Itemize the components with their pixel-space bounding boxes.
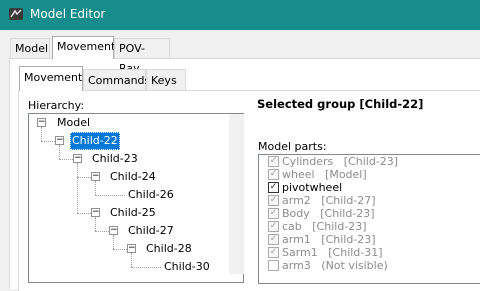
tree-node-child-24[interactable]: Child-24 bbox=[108, 168, 158, 186]
part-label: Cylinders [Child-23] bbox=[282, 155, 399, 168]
collapse-icon[interactable]: − bbox=[73, 154, 82, 163]
window-title: Model Editor bbox=[30, 7, 106, 21]
collapse-icon[interactable]: − bbox=[55, 136, 64, 145]
tree-node-model[interactable]: Model bbox=[55, 114, 92, 132]
inner-tab-commands[interactable]: Commands bbox=[83, 69, 150, 90]
tree-scrollbar[interactable] bbox=[229, 114, 244, 274]
part-label: cab [Child-23] bbox=[282, 220, 367, 233]
part-checkbox: ✓ bbox=[268, 221, 279, 232]
inner-tab-keys[interactable]: Keys bbox=[146, 69, 186, 90]
part-label: Body [Child-23] bbox=[282, 207, 375, 220]
tree-node-child-23[interactable]: Child-23 bbox=[90, 150, 140, 168]
tree-node-child-26[interactable]: Child-26 bbox=[126, 186, 176, 204]
tree-node-child-28[interactable]: Child-28 bbox=[144, 240, 194, 258]
part-checkbox: ✓ bbox=[268, 247, 279, 258]
tree-node-child-30[interactable]: Child-30 bbox=[162, 258, 212, 276]
part-label: arm3 (Not visible) bbox=[282, 259, 388, 272]
collapse-icon[interactable]: − bbox=[109, 226, 118, 235]
tab-movement[interactable]: Movement bbox=[52, 36, 115, 59]
tree-node-child-22[interactable]: Child-22 bbox=[70, 132, 120, 150]
part-checkbox: ✓ bbox=[268, 195, 279, 206]
part-checkbox bbox=[268, 260, 279, 271]
part-label: Sarm1 [Child-31] bbox=[282, 246, 383, 259]
part-label: arm1 [Child-23] bbox=[282, 233, 376, 246]
part-label: arm2 [Child-27] bbox=[282, 194, 376, 207]
collapse-icon[interactable]: − bbox=[91, 208, 100, 217]
part-checkbox: ✓ bbox=[268, 169, 279, 180]
collapse-icon[interactable]: − bbox=[127, 244, 136, 253]
inner-tab-movement[interactable]: Movement bbox=[19, 66, 83, 91]
part-label[interactable]: pivotwheel bbox=[282, 181, 342, 194]
app-icon bbox=[8, 6, 24, 22]
part-checkbox[interactable]: ✓ bbox=[268, 182, 279, 193]
model-parts-label: Model parts: bbox=[258, 140, 327, 153]
collapse-icon[interactable]: − bbox=[37, 118, 46, 127]
part-label: wheel [Model] bbox=[282, 168, 367, 181]
tab-model[interactable]: Model bbox=[10, 38, 50, 58]
collapse-icon[interactable]: − bbox=[91, 172, 100, 181]
tree-node-child-25[interactable]: Child-25 bbox=[108, 204, 158, 222]
part-checkbox: ✓ bbox=[268, 234, 279, 245]
hierarchy-label: Hierarchy: bbox=[28, 99, 85, 112]
selected-group-title: Selected group [Child-22] bbox=[257, 97, 424, 111]
part-checkbox: ✓ bbox=[268, 208, 279, 219]
tab-povray[interactable]: POV-Ray bbox=[114, 38, 170, 75]
part-checkbox: ✓ bbox=[268, 156, 279, 167]
tree-node-child-27[interactable]: Child-27 bbox=[126, 222, 176, 240]
